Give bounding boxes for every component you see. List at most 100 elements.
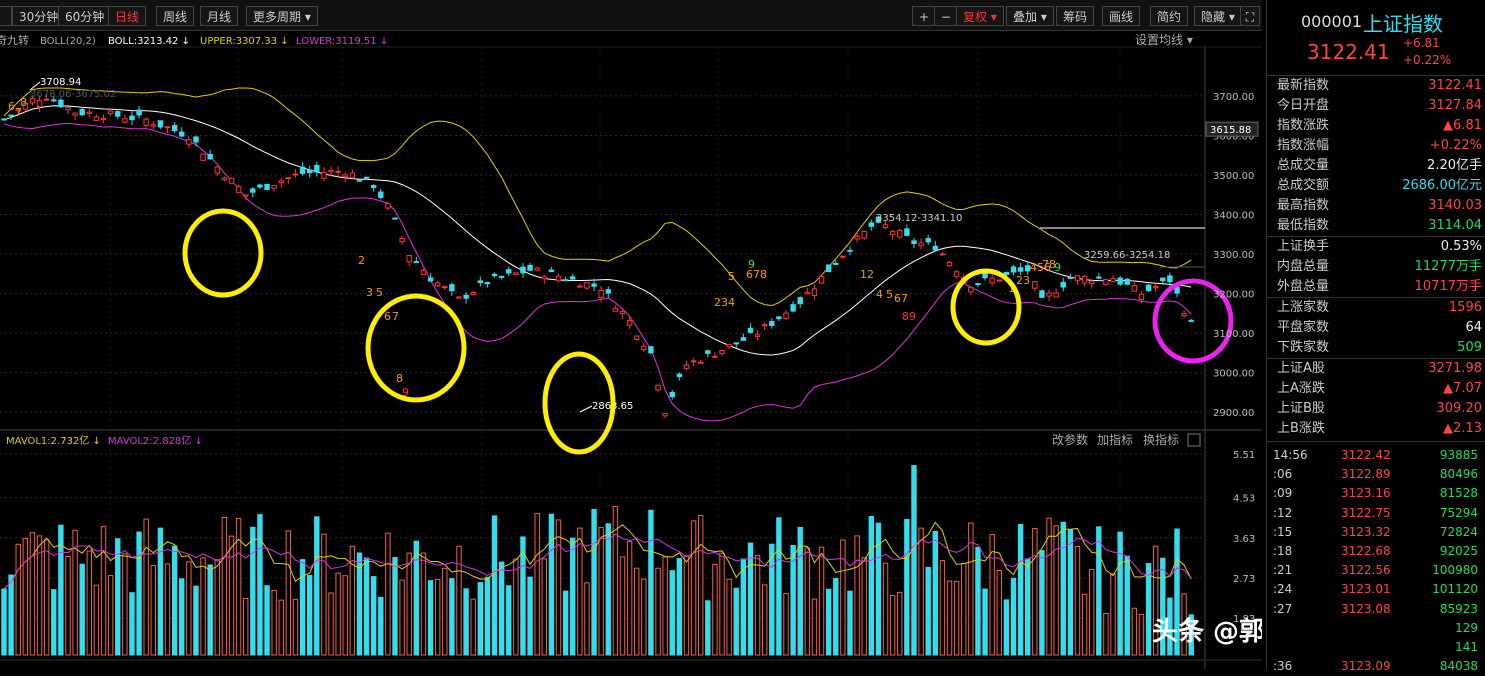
quote-value: 3271.98 bbox=[1428, 361, 1482, 376]
candle-body bbox=[697, 361, 704, 364]
tick-time: :18 bbox=[1273, 543, 1293, 558]
quote-value: 3122.41 bbox=[1428, 78, 1482, 93]
candle-body bbox=[1081, 275, 1088, 284]
volume-tick: 5.51 bbox=[1233, 450, 1255, 461]
tab-more-periods[interactable]: 更多周期 ▾ bbox=[246, 6, 318, 26]
tick-time: :24 bbox=[1273, 582, 1293, 597]
tick-price: 3123.32 bbox=[1341, 524, 1391, 539]
volume-bar bbox=[840, 539, 846, 656]
td-label: 23 bbox=[1016, 274, 1030, 287]
tick-row: :15 3123.32 72824 bbox=[1267, 523, 1485, 542]
quote-label: 上B涨跌 bbox=[1277, 421, 1325, 436]
candle-body bbox=[612, 308, 619, 312]
candle-body bbox=[157, 120, 164, 128]
turnover-row-group: 上证换手 0.53% 内盘总量 11277万手 外盘总量 10717万手 bbox=[1267, 236, 1485, 297]
candle-body bbox=[36, 100, 43, 108]
volume-bar bbox=[257, 514, 263, 656]
volume-bar bbox=[1010, 577, 1017, 656]
candle-body bbox=[925, 238, 931, 243]
tab-monthly[interactable]: 月线 bbox=[200, 6, 239, 26]
tick-price: 3123.01 bbox=[1341, 582, 1391, 597]
candle-body bbox=[143, 118, 149, 127]
volume-bar bbox=[484, 576, 491, 656]
volume-bar bbox=[93, 584, 100, 656]
volume-bar bbox=[648, 509, 654, 656]
candle-body bbox=[356, 179, 363, 182]
tick-time: :12 bbox=[1273, 505, 1293, 520]
tick-list[interactable]: 14:56 3122.42 93885:06 3122.89 80496:09 3123.… bbox=[1267, 441, 1485, 676]
volume-bar bbox=[605, 523, 611, 656]
tick-volume: 81528 bbox=[1439, 486, 1478, 501]
candle-body bbox=[306, 169, 313, 174]
tick-volume: 84038 bbox=[1439, 659, 1478, 674]
candle-body bbox=[413, 261, 420, 264]
candle-body bbox=[733, 342, 739, 345]
simple-button[interactable]: 简约 bbox=[1150, 6, 1189, 26]
tick-time: :36 bbox=[1273, 659, 1293, 674]
turnover-row: 外盘总量 10717万手 bbox=[1267, 277, 1485, 297]
tab-daily[interactable]: 日线 bbox=[108, 6, 147, 26]
kline-chart-area: 6 7 8 2 3 5 6 7 8 9 234 5 678 9 12 4 5 67 89 1 23 456 78 9 3708… bbox=[0, 30, 1262, 669]
index-price: 3122.41 bbox=[1307, 40, 1390, 64]
zoom-in-button[interactable]: + bbox=[912, 6, 937, 26]
fullscreen-icon[interactable]: ⛶ bbox=[1240, 6, 1260, 26]
volume-bar bbox=[1017, 524, 1024, 656]
tick-volume: 93885 bbox=[1439, 448, 1478, 462]
volume-bar bbox=[747, 542, 754, 656]
boll-upper-value: UPPER:3307.33 ↓ bbox=[200, 36, 289, 47]
price-annotations: 3708.943678.06-3675.022863.653354.12-334… bbox=[29, 77, 1205, 413]
volume-bar bbox=[961, 563, 967, 656]
adjust-label: 复权 bbox=[963, 10, 988, 24]
tab-weekly[interactable]: 周线 bbox=[156, 6, 195, 26]
td-label: 12 bbox=[860, 268, 874, 281]
volume-bar bbox=[214, 559, 220, 656]
volume-bar bbox=[655, 567, 661, 656]
ab-row-group: 上证A股 3271.98 上A涨跌 ▲7.07 上证B股 309.20 上B涨跌 ▲2.13 bbox=[1267, 358, 1485, 439]
volume-bar bbox=[1039, 550, 1045, 656]
volume-bar bbox=[186, 561, 192, 656]
candle-body bbox=[989, 277, 995, 284]
candle-body bbox=[946, 261, 953, 267]
candle-body bbox=[442, 286, 448, 289]
hide-button[interactable]: 隐藏 ▾ bbox=[1194, 6, 1242, 26]
volume-bar bbox=[570, 537, 576, 656]
adjust-button[interactable]: 复权 ▾ bbox=[956, 6, 1004, 26]
volume-bar bbox=[122, 553, 128, 656]
breadth-row: 平盘家数 64 bbox=[1267, 318, 1485, 338]
range-right-label: 3259.66-3254.18 bbox=[1084, 250, 1170, 261]
tick-volume: 72824 bbox=[1439, 524, 1478, 539]
volume-bar bbox=[982, 588, 988, 656]
price-tick: 3400.00 bbox=[1213, 211, 1254, 222]
tab-60min[interactable]: 60分钟 bbox=[58, 6, 112, 26]
volume-bar bbox=[825, 588, 832, 656]
volume-bar bbox=[363, 557, 370, 656]
overlay-button[interactable]: 叠加 ▾ bbox=[1006, 6, 1054, 26]
volume-bar bbox=[641, 578, 647, 656]
volume-bar bbox=[150, 565, 156, 656]
candle-body bbox=[150, 124, 156, 127]
candle-body bbox=[1160, 277, 1166, 282]
candle-body bbox=[719, 349, 725, 354]
candle-body bbox=[342, 174, 348, 178]
candle-body bbox=[136, 109, 142, 116]
draw-line-button[interactable]: 画线 bbox=[1102, 6, 1141, 26]
tick-row: :18 3122.68 92025 bbox=[1267, 542, 1485, 561]
quote-value: ▲2.13 bbox=[1443, 421, 1482, 436]
tick-price: 3122.56 bbox=[1341, 563, 1391, 578]
quote-label: 上证换手 bbox=[1277, 239, 1330, 254]
tab-partial-left[interactable] bbox=[0, 6, 12, 26]
candle-body bbox=[811, 288, 818, 296]
volume-bar bbox=[65, 556, 71, 656]
tick-volume: 129 bbox=[1455, 620, 1478, 635]
turnover-row: 内盘总量 11277万手 bbox=[1267, 257, 1485, 277]
volume-bar bbox=[740, 558, 747, 656]
candle-body bbox=[278, 180, 284, 184]
volume-bar bbox=[264, 585, 270, 656]
chips-button[interactable]: 筹码 bbox=[1056, 6, 1095, 26]
zoom-out-button[interactable]: − bbox=[934, 6, 959, 26]
kline-chart-svg[interactable]: 6 7823 56 7892345 6789124 5 6789123456789 3708… bbox=[0, 30, 1262, 669]
candle-body bbox=[235, 186, 242, 193]
volume-bar bbox=[705, 600, 711, 656]
volume-bar bbox=[889, 595, 896, 656]
price-tick: 3500.00 bbox=[1213, 171, 1254, 182]
